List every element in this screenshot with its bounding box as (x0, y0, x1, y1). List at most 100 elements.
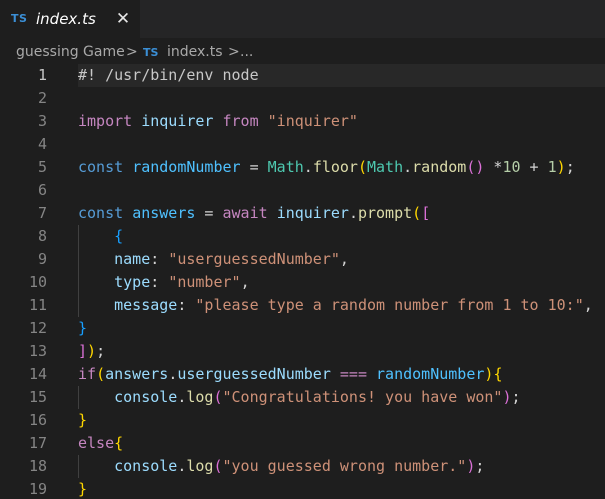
line-number: 7 (37, 204, 47, 222)
code-editor-window: TS index.ts ✕ guessing Game > TS index.t… (0, 0, 605, 499)
code-text[interactable] (78, 133, 605, 156)
code-token: inquirer (276, 204, 349, 222)
code-text[interactable]: { (78, 225, 605, 248)
code-token: ) (556, 158, 566, 176)
code-token: , (240, 273, 250, 291)
code-line[interactable]: 5 const randomNumber = Math.floor(Math.ra… (0, 156, 605, 179)
indent-guide (78, 248, 79, 271)
code-token: . (348, 204, 358, 222)
code-token: "userguessedNumber" (168, 250, 340, 268)
line-number: 11 (28, 296, 47, 314)
indent-guide (78, 455, 79, 478)
code-line[interactable]: 1 #! /usr/bin/env node (0, 64, 605, 87)
code-token: { (114, 227, 124, 245)
code-line[interactable]: 3 import inquirer from "inquirer" (0, 110, 605, 133)
code-line[interactable]: 19} (0, 478, 605, 499)
code-text[interactable]: else{ (78, 432, 605, 455)
code-text[interactable]: } (78, 317, 605, 340)
code-text[interactable]: ]); (78, 340, 605, 363)
code-text[interactable] (78, 87, 605, 110)
line-number: 18 (28, 457, 47, 475)
code-line[interactable]: 12} (0, 317, 605, 340)
tab-bar: TS index.ts ✕ (0, 0, 605, 38)
typescript-file-icon: TS (11, 12, 28, 25)
code-token: console (114, 457, 178, 475)
chevron-right-icon: > (228, 44, 240, 60)
chevron-right-icon: > (126, 44, 138, 60)
indent-guide (78, 225, 79, 248)
code-text[interactable]: message: "please type a random number fr… (78, 294, 605, 317)
code-line[interactable]: 15 console.log("Congratulations! you hav… (0, 386, 605, 409)
indent-guide (78, 386, 79, 409)
code-text[interactable]: #! /usr/bin/env node (78, 64, 605, 87)
breadcrumb-more[interactable]: ... (240, 44, 253, 60)
code-text[interactable] (78, 179, 605, 202)
code-token: + (520, 158, 548, 176)
code-line[interactable]: 11 message: "please type a random number… (0, 294, 605, 317)
code-text[interactable]: console.log("you guessed wrong number.")… (78, 455, 605, 478)
code-token: { (493, 365, 503, 383)
code-token: userguessedNumber (177, 365, 331, 383)
code-token: const (78, 158, 124, 176)
breadcrumb-file[interactable]: index.ts (167, 44, 223, 60)
code-token: = (195, 204, 223, 222)
code-token: ; (475, 457, 485, 475)
code-token: ; (565, 158, 575, 176)
line-number: 2 (37, 89, 47, 107)
code-token: [ (421, 204, 431, 222)
line-number: 1 (37, 66, 47, 84)
code-token: answers (132, 204, 196, 222)
line-number: 17 (28, 434, 47, 452)
close-icon[interactable]: ✕ (113, 9, 133, 29)
code-line[interactable]: 14 if(answers.userguessedNumber === rando… (0, 363, 605, 386)
code-token: "number" (168, 273, 241, 291)
code-text[interactable]: if(answers.userguessedNumber === randomN… (78, 363, 605, 386)
code-line[interactable]: 17 else{ (0, 432, 605, 455)
tab-index-ts[interactable]: TS index.ts ✕ (0, 0, 140, 38)
code-line[interactable]: 13]); (0, 340, 605, 363)
code-text[interactable]: const answers = await inquirer.prompt([ (78, 202, 605, 225)
code-token: const (78, 204, 124, 222)
code-token: ; (96, 342, 106, 360)
code-line[interactable]: 7 const answers = await inquirer.prompt([ (0, 202, 605, 225)
code-text[interactable]: const randomNumber = Math.floor(Math.ran… (78, 156, 605, 179)
code-text[interactable]: import inquirer from "inquirer" (78, 110, 605, 133)
code-text[interactable]: name: "userguessedNumber", (78, 248, 605, 271)
code-token: ; (511, 388, 521, 406)
editor-area[interactable]: 1 #! /usr/bin/env node 2 3 import inquirer f… (0, 64, 605, 499)
code-line[interactable]: 8 { (0, 225, 605, 248)
line-number: 13 (28, 342, 47, 360)
code-line[interactable]: 16} (0, 409, 605, 432)
code-token: ( (213, 457, 223, 475)
code-text[interactable]: } (78, 409, 605, 432)
breadcrumb-folder[interactable]: guessing Game (16, 44, 125, 60)
code-line[interactable]: 6 (0, 179, 605, 202)
code-token: } (78, 411, 88, 429)
code-line[interactable]: 2 (0, 87, 605, 110)
code-token: : (177, 296, 196, 314)
code-token: } (78, 480, 88, 498)
code-token: if (78, 365, 97, 383)
code-token: prompt (357, 204, 413, 222)
code-text[interactable]: } (78, 478, 605, 499)
code-text[interactable]: console.log("Congratulations! you have w… (78, 386, 605, 409)
code-token: 1 (547, 158, 557, 176)
code-line[interactable]: 4 (0, 133, 605, 156)
code-line[interactable]: 18 console.log("you guessed wrong number… (0, 455, 605, 478)
code-token: : (150, 250, 169, 268)
line-number: 3 (37, 112, 47, 130)
code-token: from (222, 112, 259, 130)
code-token: import (78, 112, 133, 130)
code-line[interactable]: 9 name: "userguessedNumber", (0, 248, 605, 271)
code-text[interactable]: type: "number", (78, 271, 605, 294)
code-token: ( (412, 204, 422, 222)
code-line[interactable]: 10 type: "number", (0, 271, 605, 294)
